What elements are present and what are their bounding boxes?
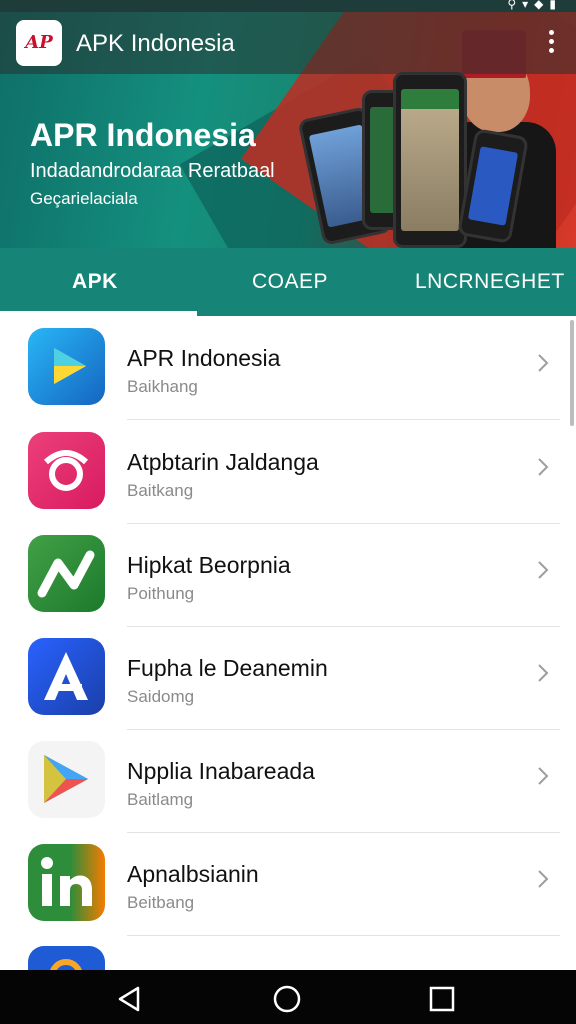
scrollbar[interactable] [570,320,574,426]
chevron-right-icon [538,354,549,372]
list-item[interactable]: Atpbtarin Jaldanga Baitkang [0,420,576,524]
chevron-right-icon [538,458,549,476]
in-icon [28,844,105,921]
list-item-title: Atpbtarin Jaldanga [127,449,319,475]
status-icons: ⚲▾◆▮ [507,0,562,11]
list-item-title: Fupha le Deanemin [127,655,328,681]
list-item-subtitle: Beitbang [127,893,195,912]
app-list: APR Indonesia Baikhang Atpbtarin Jaldang… [0,316,576,970]
app-title: APK Indonesia [76,30,235,57]
app-bar: AP APK Indonesia [0,12,576,74]
tab-coaep[interactable]: COAEP [252,270,328,294]
list-item[interactable]: Npplia Inabareada Baitlamg [0,729,576,833]
navigation-bar [0,970,576,1024]
list-item[interactable]: Apnalbsianin Beitbang [0,832,576,936]
banner-subtitle: Indadandrodaraa Reratbaal [30,160,275,182]
list-item-subtitle: Baitkang [127,481,194,500]
list-item[interactable] [0,936,576,970]
overflow-menu-icon[interactable] [546,30,556,56]
phone-illustration [393,72,467,248]
list-item[interactable]: APR Indonesia Baikhang [0,316,576,420]
partial-app-icon [28,946,105,970]
banner-title: APR Indonesia [30,117,256,153]
chevron-right-icon [538,664,549,682]
chevron-right-icon [538,870,549,888]
play-triangle-icon [28,328,105,405]
list-item-title: APR Indonesia [127,345,281,371]
list-item-subtitle: Baikhang [127,377,198,396]
list-item-title: Npplia Inabareada [127,758,315,784]
list-item-title: Hipkat Beorpnia [127,552,291,578]
play-store-icon [28,741,105,818]
ring-icon [28,432,105,509]
letter-a-icon [28,638,105,715]
list-item[interactable]: Fupha le Deanemin Saidomg [0,626,576,730]
recents-icon[interactable] [427,984,457,1014]
chevron-right-icon [538,767,549,785]
list-item[interactable]: Hipkat Beorpnia Poithung [0,523,576,627]
tab-lncrneghet[interactable]: LNCRNEGHET [415,270,565,294]
status-bar: ⚲▾◆▮ [0,0,576,12]
back-icon[interactable] [114,984,144,1014]
tab-bar: APK COAEP LNCRNEGHET [0,248,576,316]
home-icon[interactable] [272,984,302,1014]
tab-apk[interactable]: APK [72,270,118,294]
list-item-title: Apnalbsianin [127,861,259,887]
zigzag-n-icon [28,535,105,612]
list-item-subtitle: Saidomg [127,687,195,706]
app-logo[interactable]: AP [16,20,62,66]
list-item-subtitle: Poithung [127,584,195,603]
list-item-subtitle: Baitlamg [127,790,194,809]
chevron-right-icon [538,561,549,579]
banner-subtitle-2: Geçarielaciala [30,189,138,208]
